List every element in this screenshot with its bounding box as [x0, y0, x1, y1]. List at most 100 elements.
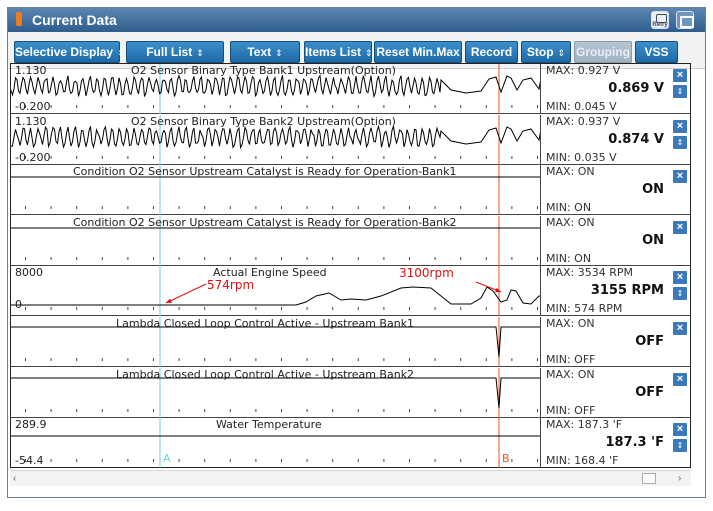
- tick-mark: [25, 206, 26, 210]
- tick-mark: [76, 206, 78, 210]
- scroll-thumb[interactable]: [642, 473, 656, 484]
- tick-mark: [485, 206, 487, 210]
- tick-mark: [332, 105, 334, 108]
- grouping-button[interactable]: Grouping: [574, 41, 632, 63]
- annotation-min-rpm: 574rpm: [207, 278, 255, 292]
- signal-trace: [11, 124, 540, 149]
- selective-display-button[interactable]: Selective Display ⇕: [14, 41, 125, 63]
- tick-mark: [383, 358, 385, 361]
- tick-mark: [204, 256, 206, 260]
- tick-mark: [409, 408, 410, 412]
- tick-mark: [409, 155, 410, 159]
- current-value: ON: [642, 232, 664, 248]
- tick-mark: [281, 206, 282, 210]
- tick-mark: [357, 105, 359, 108]
- tick-mark: [537, 358, 538, 361]
- tick-mark: [409, 206, 410, 210]
- dropdown-arrow-icon: ⇕: [365, 48, 373, 58]
- tick-mark: [153, 105, 154, 108]
- stop-button[interactable]: Stop ⇕: [521, 41, 571, 63]
- tick-mark: [178, 155, 180, 159]
- max-value: MAX: 187.3 'F: [546, 418, 623, 432]
- scale-toggle-icon[interactable]: ⇕: [673, 287, 687, 301]
- tick-mark: [434, 256, 436, 260]
- tick-mark: [255, 105, 257, 108]
- data-row: Water Temperature 289.9 -54.4 MAX: 187.3 'F…: [11, 418, 690, 469]
- reset-min-max-button[interactable]: Reset Min.Max: [374, 41, 462, 63]
- tick-mark: [204, 459, 206, 463]
- tick-mark: [50, 155, 52, 159]
- button-label: Items List: [305, 45, 362, 59]
- data-row: Condition O2 Sensor Upstream Catalyst is…: [11, 215, 690, 266]
- full-list-button[interactable]: Full List ⇕: [126, 41, 224, 63]
- tick-mark: [460, 105, 462, 108]
- scale-toggle-icon[interactable]: ⇕: [673, 439, 687, 453]
- tick-mark: [50, 206, 52, 210]
- remove-item-icon[interactable]: ×: [673, 423, 687, 437]
- tick-mark: [511, 105, 513, 108]
- scale-toggle-icon[interactable]: ⇕: [673, 135, 687, 149]
- button-label: Record: [470, 45, 513, 59]
- signal-title: Lambda Closed Loop Control Active - Upst…: [116, 367, 415, 381]
- current-value: OFF: [635, 334, 664, 349]
- scale-toggle-icon[interactable]: ⇕: [673, 85, 687, 98]
- dropdown-arrow-icon: ⇕: [196, 48, 204, 58]
- tick-mark: [281, 105, 282, 108]
- window-toggle-icon[interactable]: [676, 11, 694, 29]
- value-panel: MAX: ON OFF MIN: OFF ×: [542, 368, 690, 418]
- remove-item-icon[interactable]: ×: [673, 220, 687, 234]
- value-panel: MAX: 3534 RPM 3155 RPM MIN: 574 RPM × ⇕: [542, 266, 690, 316]
- graph-plot: Condition O2 Sensor Upstream Catalyst is…: [11, 165, 541, 216]
- tick-mark: [460, 459, 462, 463]
- max-value: MAX: ON: [546, 215, 595, 229]
- remove-item-icon[interactable]: ×: [673, 170, 687, 184]
- tick-mark: [306, 256, 308, 260]
- remove-item-icon[interactable]: ×: [673, 322, 687, 335]
- horizontal-scrollbar[interactable]: ‹ ›: [10, 470, 691, 486]
- remove-item-icon[interactable]: ×: [673, 271, 687, 285]
- annotation-rpm-b: 3100rpm: [399, 266, 454, 280]
- graph-plot: Lambda Closed Loop Control Active - Upst…: [11, 367, 541, 418]
- current-value: 3155 RPM: [590, 283, 664, 299]
- tick-mark: [306, 358, 308, 361]
- y-axis-min: -0.200: [15, 150, 51, 164]
- tick-mark: [153, 459, 154, 463]
- tick-mark: [281, 459, 282, 463]
- tick-mark: [332, 206, 334, 210]
- remove-item-icon[interactable]: ×: [673, 69, 687, 82]
- tick-mark: [101, 256, 103, 260]
- tick-mark: [460, 155, 462, 159]
- tick-mark: [204, 155, 206, 159]
- max-value: MAX: 3534 RPM: [546, 266, 634, 280]
- vss-button[interactable]: VSS: [635, 41, 678, 63]
- y-axis-max: 1.130: [15, 64, 47, 77]
- record-button[interactable]: Record: [465, 41, 518, 63]
- y-axis-min: -0.200: [15, 100, 51, 113]
- max-value: MAX: 0.927 V: [546, 64, 621, 77]
- tick-mark: [409, 105, 410, 108]
- tick-mark: [229, 155, 231, 159]
- text-button[interactable]: Text ⇕: [230, 41, 300, 63]
- scroll-left-icon[interactable]: ‹: [13, 473, 16, 484]
- tick-mark: [178, 256, 180, 260]
- tick-mark: [537, 155, 538, 159]
- tick-mark: [383, 459, 385, 463]
- tick-mark: [204, 358, 206, 361]
- tick-mark: [460, 256, 462, 260]
- tick-mark: [229, 358, 231, 361]
- tick-mark: [383, 105, 385, 108]
- tick-mark: [178, 206, 180, 210]
- tick-mark: [76, 459, 78, 463]
- remove-item-icon[interactable]: ×: [673, 372, 687, 386]
- min-value: MIN: 0.035 V: [546, 150, 617, 164]
- retry-icon[interactable]: Retry: [651, 11, 669, 29]
- tick-mark: [485, 105, 487, 108]
- items-list-button[interactable]: Items List ⇕: [304, 41, 373, 63]
- remove-item-icon[interactable]: ×: [673, 119, 687, 133]
- tick-mark: [229, 105, 231, 108]
- tick-mark: [101, 459, 103, 463]
- button-label: Stop: [526, 45, 554, 59]
- annotation-arrowhead: [495, 287, 501, 293]
- scroll-right-icon[interactable]: ›: [678, 473, 681, 484]
- current-value: 0.874 V: [608, 131, 664, 147]
